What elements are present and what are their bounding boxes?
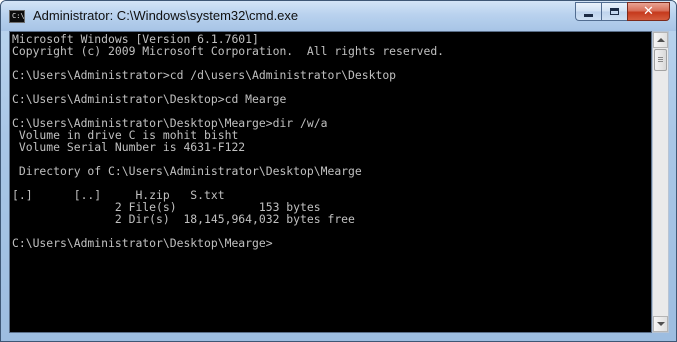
console-text: Microsoft Windows [Version 6.1.7601] Copy… — [12, 33, 444, 249]
vertical-scrollbar[interactable] — [652, 31, 669, 333]
maximize-button[interactable] — [601, 2, 627, 21]
console-line: 2 Dir(s) 18,145,964,032 bytes free — [12, 212, 355, 226]
scroll-up-arrow-icon — [656, 38, 665, 42]
console-line: Copyright (c) 2009 Microsoft Corporation… — [12, 44, 445, 58]
thumb-grip-line — [658, 57, 663, 58]
caption-buttons: ✕ — [575, 2, 670, 22]
minimize-icon — [584, 13, 593, 17]
thumb-grip-line — [658, 59, 663, 60]
close-icon: ✕ — [643, 4, 654, 19]
minimize-button[interactable] — [575, 2, 601, 21]
console-line: C:\Users\Administrator\Desktop>cd Mearge — [12, 92, 287, 106]
console-prompt-line: C:\Users\Administrator\Desktop\Mearge> — [12, 236, 273, 250]
cmd-icon-glyph: C:\ — [12, 12, 25, 20]
console-line: C:\Users\Administrator>cd /d\users\Admin… — [12, 68, 397, 82]
console-line: Volume Serial Number is 4631-F122 — [12, 140, 246, 154]
scroll-up-button[interactable] — [653, 32, 668, 48]
console-line: Directory of C:\Users\Administrator\Desk… — [12, 164, 362, 178]
cmd-console-icon[interactable]: C:\ — [9, 10, 25, 23]
title-bar[interactable]: C:\ Administrator: C:\Windows\system32\c… — [1, 1, 676, 31]
scrollbar-thumb[interactable] — [654, 49, 667, 71]
close-button[interactable]: ✕ — [627, 2, 670, 21]
maximize-icon — [610, 8, 619, 15]
scroll-down-button[interactable] — [653, 316, 668, 332]
thumb-grip-line — [658, 61, 663, 62]
scroll-down-arrow-icon — [656, 322, 665, 326]
cmd-window: C:\ Administrator: C:\Windows\system32\c… — [0, 0, 677, 342]
console-output-area[interactable]: Microsoft Windows [Version 6.1.7601] Copy… — [9, 31, 652, 333]
window-title: Administrator: C:\Windows\system32\cmd.e… — [33, 8, 299, 23]
